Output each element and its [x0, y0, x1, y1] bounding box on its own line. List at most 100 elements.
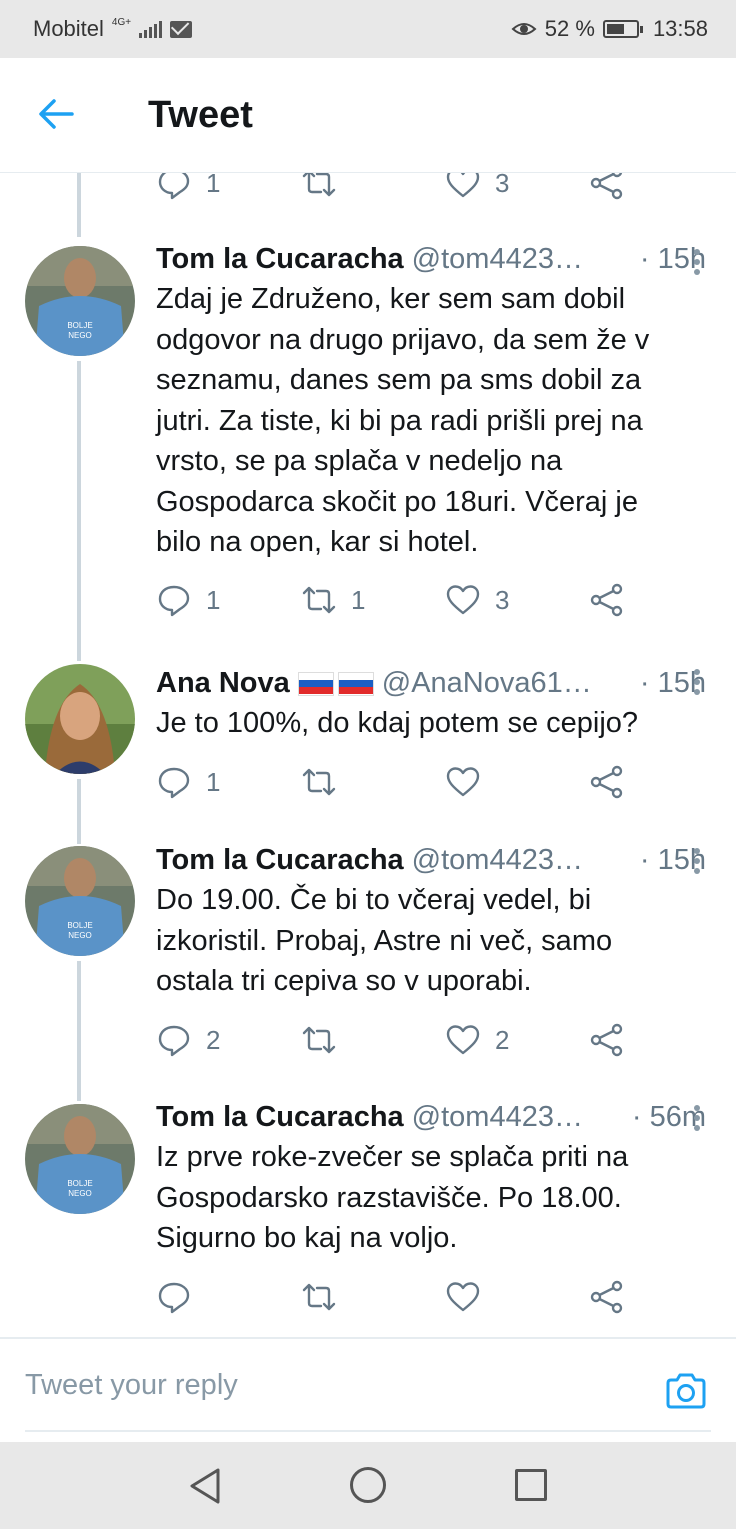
share-icon	[590, 173, 623, 200]
carrier-label: Mobitel	[33, 16, 104, 41]
retweet-icon	[302, 1283, 336, 1311]
tweet-text: Do 19.00. Če bi to včeraj vedel, bi izko…	[156, 884, 613, 997]
heart-icon	[446, 173, 480, 198]
share-icon	[590, 765, 623, 799]
retweet-icon	[302, 768, 336, 796]
app-bar: Tweet	[0, 58, 736, 173]
battery-percent: 52 %	[544, 16, 595, 41]
heart-icon	[446, 585, 480, 615]
like-button[interactable]	[445, 1277, 481, 1317]
avatar-tom-image: BOLJE NEGO	[25, 1104, 135, 1214]
avatar[interactable]: BOLJE NEGO	[25, 846, 135, 956]
more-options-icon[interactable]	[694, 848, 700, 874]
signal-icon	[139, 20, 163, 38]
user-name[interactable]: Tom la Cucaracha	[156, 243, 404, 276]
user-name[interactable]: Tom la Cucaracha	[156, 1101, 404, 1134]
nav-home-icon[interactable]	[350, 1467, 386, 1503]
tweet-actions	[156, 1277, 636, 1317]
more-options-icon[interactable]	[694, 1105, 700, 1131]
user-handle[interactable]: @tom4423…	[412, 1101, 624, 1134]
like-button[interactable]	[445, 762, 495, 802]
svg-text:NEGO: NEGO	[68, 931, 92, 940]
tweet-actions: 1 3	[156, 173, 636, 203]
slovenia-flag-icon	[337, 671, 374, 696]
share-button[interactable]	[589, 580, 625, 620]
reply-count: 1	[206, 584, 221, 615]
mail-icon	[170, 20, 193, 38]
like-count: 2	[495, 1024, 510, 1055]
tweet-actions: 1	[156, 762, 636, 802]
retweet-button[interactable]	[301, 1277, 337, 1317]
reply-button[interactable]: 1	[156, 173, 220, 203]
tweet-header: Tom la Cucaracha @tom4423… · 15h	[156, 243, 706, 276]
retweet-icon	[302, 173, 336, 197]
svg-text:NEGO: NEGO	[68, 1189, 92, 1198]
retweet-button[interactable]	[301, 173, 351, 203]
share-button[interactable]	[589, 762, 625, 802]
like-button[interactable]: 3	[445, 580, 509, 620]
like-button[interactable]: 2	[445, 1020, 509, 1060]
tweet-thread: 1 3 BOLJE NEGO Tom la Cucaracha @tom4423…	[0, 173, 736, 1337]
system-nav-bar	[0, 1442, 736, 1529]
page-title: Tweet	[148, 94, 253, 136]
heart-icon	[446, 1282, 480, 1312]
avatar-tom-image: BOLJE NEGO	[25, 246, 135, 356]
reply-icon	[158, 173, 190, 200]
avatar-ana-image	[25, 664, 135, 774]
like-count: 3	[495, 584, 510, 615]
avatar[interactable]: BOLJE NEGO	[25, 1104, 135, 1214]
thread-line	[77, 173, 81, 237]
svg-text:BOLJE: BOLJE	[67, 921, 92, 930]
more-options-icon[interactable]	[694, 249, 700, 275]
avatar-tom-image: BOLJE NEGO	[25, 846, 135, 956]
reply-input[interactable]: Tweet your reply	[25, 1369, 238, 1402]
thread-line	[77, 361, 81, 661]
camera-icon[interactable]	[664, 1369, 708, 1413]
more-options-icon[interactable]	[694, 669, 700, 695]
nav-back-icon[interactable]	[186, 1466, 226, 1506]
reply-button[interactable]: 2	[156, 1020, 220, 1060]
eye-comfort-icon	[511, 23, 537, 35]
share-button[interactable]	[589, 1020, 625, 1060]
tweet-actions: 2 2	[156, 1020, 636, 1060]
thread-line	[77, 961, 81, 1101]
user-handle[interactable]: @tom4423…	[412, 844, 632, 877]
tweet-text: Iz prve roke-zvečer se splača priti na G…	[156, 1141, 629, 1254]
user-handle[interactable]: @tom4423…	[412, 243, 632, 276]
share-icon	[590, 1280, 623, 1314]
like-button[interactable]: 3	[445, 173, 509, 203]
reply-divider	[25, 1430, 711, 1432]
network-type: 4G+	[111, 17, 132, 28]
reply-icon	[158, 767, 190, 799]
reply-bar: Tweet your reply	[0, 1337, 736, 1442]
tweet-header: Tom la Cucaracha @tom4423… · 15h	[156, 844, 706, 877]
clock: 13:58	[652, 16, 708, 41]
nav-recents-icon[interactable]	[515, 1469, 547, 1501]
share-button[interactable]	[589, 173, 625, 203]
reply-count: 2	[206, 1024, 221, 1055]
heart-icon	[446, 1025, 480, 1055]
tweet-header: Ana Nova @AnaNova61… · 15h	[156, 667, 706, 700]
share-button[interactable]	[589, 1277, 625, 1317]
reply-icon	[158, 585, 190, 617]
user-name[interactable]: Tom la Cucaracha	[156, 844, 404, 877]
reply-button[interactable]: 1	[156, 580, 220, 620]
avatar[interactable]	[25, 664, 135, 774]
retweet-button[interactable]	[301, 1020, 351, 1060]
reply-icon	[158, 1025, 190, 1057]
thread-line	[77, 779, 81, 844]
svg-text:BOLJE: BOLJE	[67, 321, 92, 330]
reply-count: 1	[206, 173, 221, 198]
tweet-actions: 1 1 3	[156, 580, 636, 620]
back-arrow-icon[interactable]	[36, 94, 76, 134]
reply-button[interactable]	[156, 1277, 192, 1317]
reply-icon	[158, 1282, 190, 1314]
tweet-text: Je to 100%, do kdaj potem se cepijo?	[156, 707, 639, 739]
retweet-button[interactable]	[301, 762, 351, 802]
user-name[interactable]: Ana Nova	[156, 667, 290, 700]
retweet-button[interactable]: 1	[301, 580, 365, 620]
user-handle[interactable]: @AnaNova61…	[382, 667, 632, 700]
share-icon	[590, 583, 623, 617]
reply-button[interactable]: 1	[156, 762, 220, 802]
avatar[interactable]: BOLJE NEGO	[25, 246, 135, 356]
